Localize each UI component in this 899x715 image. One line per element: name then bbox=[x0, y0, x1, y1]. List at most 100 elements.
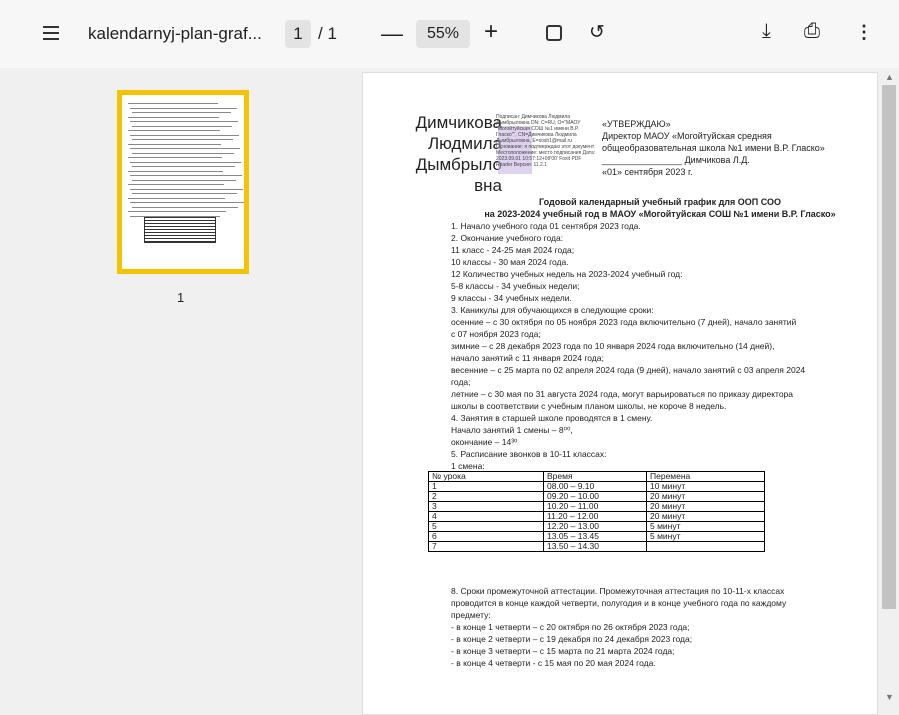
menu-icon[interactable] bbox=[43, 26, 59, 40]
table-cell: 20 минут bbox=[646, 501, 765, 512]
rotate-icon[interactable]: ↺ bbox=[589, 21, 605, 44]
document-line: 1. Начало учебного года 01 сентября 2023… bbox=[451, 221, 641, 231]
approval-line: общеобразовательная школа №1 имени В.Р. … bbox=[602, 143, 825, 153]
document-line: года; bbox=[451, 377, 471, 387]
document-line: 5. Расписание звонков в 10-11 классах: bbox=[451, 449, 607, 459]
table-cell: 10 минут bbox=[646, 481, 765, 492]
thumbnail-text-line bbox=[128, 211, 226, 212]
document-line: осенние – с 30 октября по 05 ноября 2023… bbox=[451, 317, 797, 327]
document-line: 9 классы - 34 учебных недели. bbox=[451, 293, 572, 303]
signature-line: Димчикова bbox=[415, 113, 502, 132]
signature-line: вна bbox=[474, 176, 502, 195]
document-line: 11 класс - 24-25 мая 2024 года; bbox=[451, 245, 575, 255]
table-row: 3 10.20 – 11.00 20 минут bbox=[428, 501, 765, 512]
table-cell: 20 минут bbox=[646, 491, 765, 502]
zoom-out-button[interactable]: — bbox=[381, 21, 403, 47]
table-cell: 11.20 – 12.00 bbox=[543, 511, 647, 522]
thumbnail-text-line bbox=[128, 170, 223, 172]
document-line: 12 Количество учебных недель на 2023-202… bbox=[451, 269, 683, 279]
document-line: зимние – с 28 декабря 2023 года по 10 ян… bbox=[451, 341, 775, 351]
approval-line: «01» сентября 2023 г. bbox=[602, 167, 693, 177]
table-cell: 5 bbox=[428, 521, 544, 532]
thumbnail-table bbox=[144, 217, 216, 243]
document-line: летние – с 30 мая по 31 августа 2024 год… bbox=[451, 389, 794, 399]
document-line: - в конце 1 четверти – с 20 октября по 2… bbox=[451, 622, 690, 632]
thumbnail-text-line bbox=[132, 152, 234, 154]
approval-block: «УТВЕРЖДАЮ» Директор МАОУ «Могойтуйская … bbox=[602, 118, 852, 178]
table-cell: 5 минут bbox=[646, 521, 765, 532]
page-number-input[interactable]: 1 bbox=[285, 20, 311, 48]
scroll-up-icon[interactable]: ▲ bbox=[885, 72, 894, 82]
document-line: Начало занятий 1 смены – 8⁰⁰, bbox=[451, 425, 573, 435]
zoom-input[interactable]: 55% bbox=[416, 20, 470, 48]
thumbnail-text-line bbox=[132, 166, 235, 167]
more-options-icon[interactable]: ⋮ bbox=[855, 22, 873, 43]
scroll-down-icon[interactable]: ▼ bbox=[885, 692, 894, 702]
table-cell: 13.50 – 14.30 bbox=[543, 541, 647, 552]
document-line: с 07 ноября 2023 года; bbox=[451, 329, 541, 339]
signature-stamp-text: Подписан: Димчикова Людмила Дымбрыловна … bbox=[496, 114, 596, 168]
thumbnail-text-line bbox=[132, 139, 233, 140]
thumbnail-text-line bbox=[130, 121, 238, 122]
document-line: окончание – 14³⁰ bbox=[451, 437, 518, 447]
approval-line: «УТВЕРЖДАЮ» bbox=[602, 119, 671, 129]
table-cell: 08.00 – 9.10 bbox=[543, 481, 647, 492]
table-row: 5 12.20 – 13.00 5 минут bbox=[428, 521, 765, 532]
table-cell: 12.20 – 13.00 bbox=[543, 521, 647, 532]
thumbnail-page-number: 1 bbox=[177, 290, 185, 305]
document-line: 10 классы - 30 мая 2024 года. bbox=[451, 257, 569, 267]
download-icon[interactable]: ⤓ bbox=[762, 20, 771, 43]
table-row: 7 13.50 – 14.30 bbox=[428, 541, 765, 552]
table-cell: 3 bbox=[428, 501, 544, 512]
table-header-cell: Перемена bbox=[646, 471, 765, 482]
table-row: 2 09.20 – 10.00 20 минут bbox=[428, 491, 765, 502]
table-cell bbox=[646, 541, 765, 552]
fit-page-icon[interactable] bbox=[546, 25, 562, 41]
table-cell: 2 bbox=[428, 491, 544, 502]
thumbnail-text-line bbox=[128, 157, 222, 158]
print-icon[interactable]: ⎙ bbox=[804, 20, 820, 43]
page-thumbnail[interactable] bbox=[117, 90, 249, 274]
table-cell: 7 bbox=[428, 541, 544, 552]
table-row: 4 11.20 – 12.00 20 минут bbox=[428, 511, 765, 522]
table-cell: 1 bbox=[428, 481, 544, 492]
thumbnail-text-line bbox=[130, 188, 243, 190]
pdf-toolbar: kalendarnyj-plan-graf... 1 / 1 — 55% + ↺… bbox=[0, 0, 899, 68]
zoom-in-button[interactable]: + bbox=[484, 18, 498, 46]
thumbnail-text-line bbox=[130, 148, 240, 149]
scrollbar-thumb[interactable] bbox=[882, 85, 896, 609]
document-line: 3. Каникулы для обучающихся в следующие … bbox=[451, 305, 654, 315]
document-line: 5-8 классы - 34 учебных недели; bbox=[451, 281, 580, 291]
thumbnail-text-line bbox=[130, 134, 239, 136]
document-line: предмету: bbox=[451, 610, 491, 620]
document-line: начало занятий с 11 января 2024 года; bbox=[451, 353, 604, 363]
thumbnail-text-line bbox=[128, 197, 225, 199]
document-line: 4. Занятия в старшей школе проводятся в … bbox=[451, 413, 653, 423]
thumbnail-text-line bbox=[132, 206, 238, 208]
table-row: 6 13.05 – 13.45 5 минут bbox=[428, 531, 765, 542]
thumbnail-text-line bbox=[132, 125, 232, 127]
table-cell: 6 bbox=[428, 531, 544, 542]
thumbnail-text-line bbox=[132, 112, 231, 113]
table-header-cell: № урока bbox=[428, 471, 544, 482]
file-name: kalendarnyj-plan-graf... bbox=[88, 24, 262, 43]
table-cell: 20 минут bbox=[646, 511, 765, 522]
thumbnail-text-line bbox=[128, 103, 218, 104]
table-cell: 10.20 – 11.00 bbox=[543, 501, 647, 512]
signature-name: Димчикова Людмила Дымбрыло вна bbox=[392, 112, 502, 196]
thumbnail-text-line bbox=[128, 116, 219, 118]
thumbnail-text-line bbox=[132, 179, 236, 181]
document-line: 8. Сроки промежуточной аттестации. Проме… bbox=[451, 586, 785, 596]
bell-schedule-table: № урока Время Перемена 1 08.00 – 9.10 10 мину… bbox=[428, 471, 765, 552]
table-header-cell: Время bbox=[543, 471, 647, 482]
thumbnail-text-line bbox=[128, 143, 221, 145]
document-line: - в конце 4 четверти - с 15 мая по 20 ма… bbox=[451, 658, 656, 668]
document-title: Годовой календарный учебный график для О… bbox=[460, 196, 860, 220]
document-line: - в конце 3 четверти – с 15 марта по 21 … bbox=[451, 646, 675, 656]
document-line: весенние – с 25 марта по 02 апреля 2024 … bbox=[451, 365, 806, 375]
document-line: школы в соответствии с учебным планом шк… bbox=[451, 401, 727, 411]
document-line: 2. Окончание учебного года: bbox=[451, 233, 564, 243]
thumbnail-text-line bbox=[130, 202, 244, 203]
table-cell: 5 минут bbox=[646, 531, 765, 542]
table-cell: 13.05 – 13.45 bbox=[543, 531, 647, 542]
